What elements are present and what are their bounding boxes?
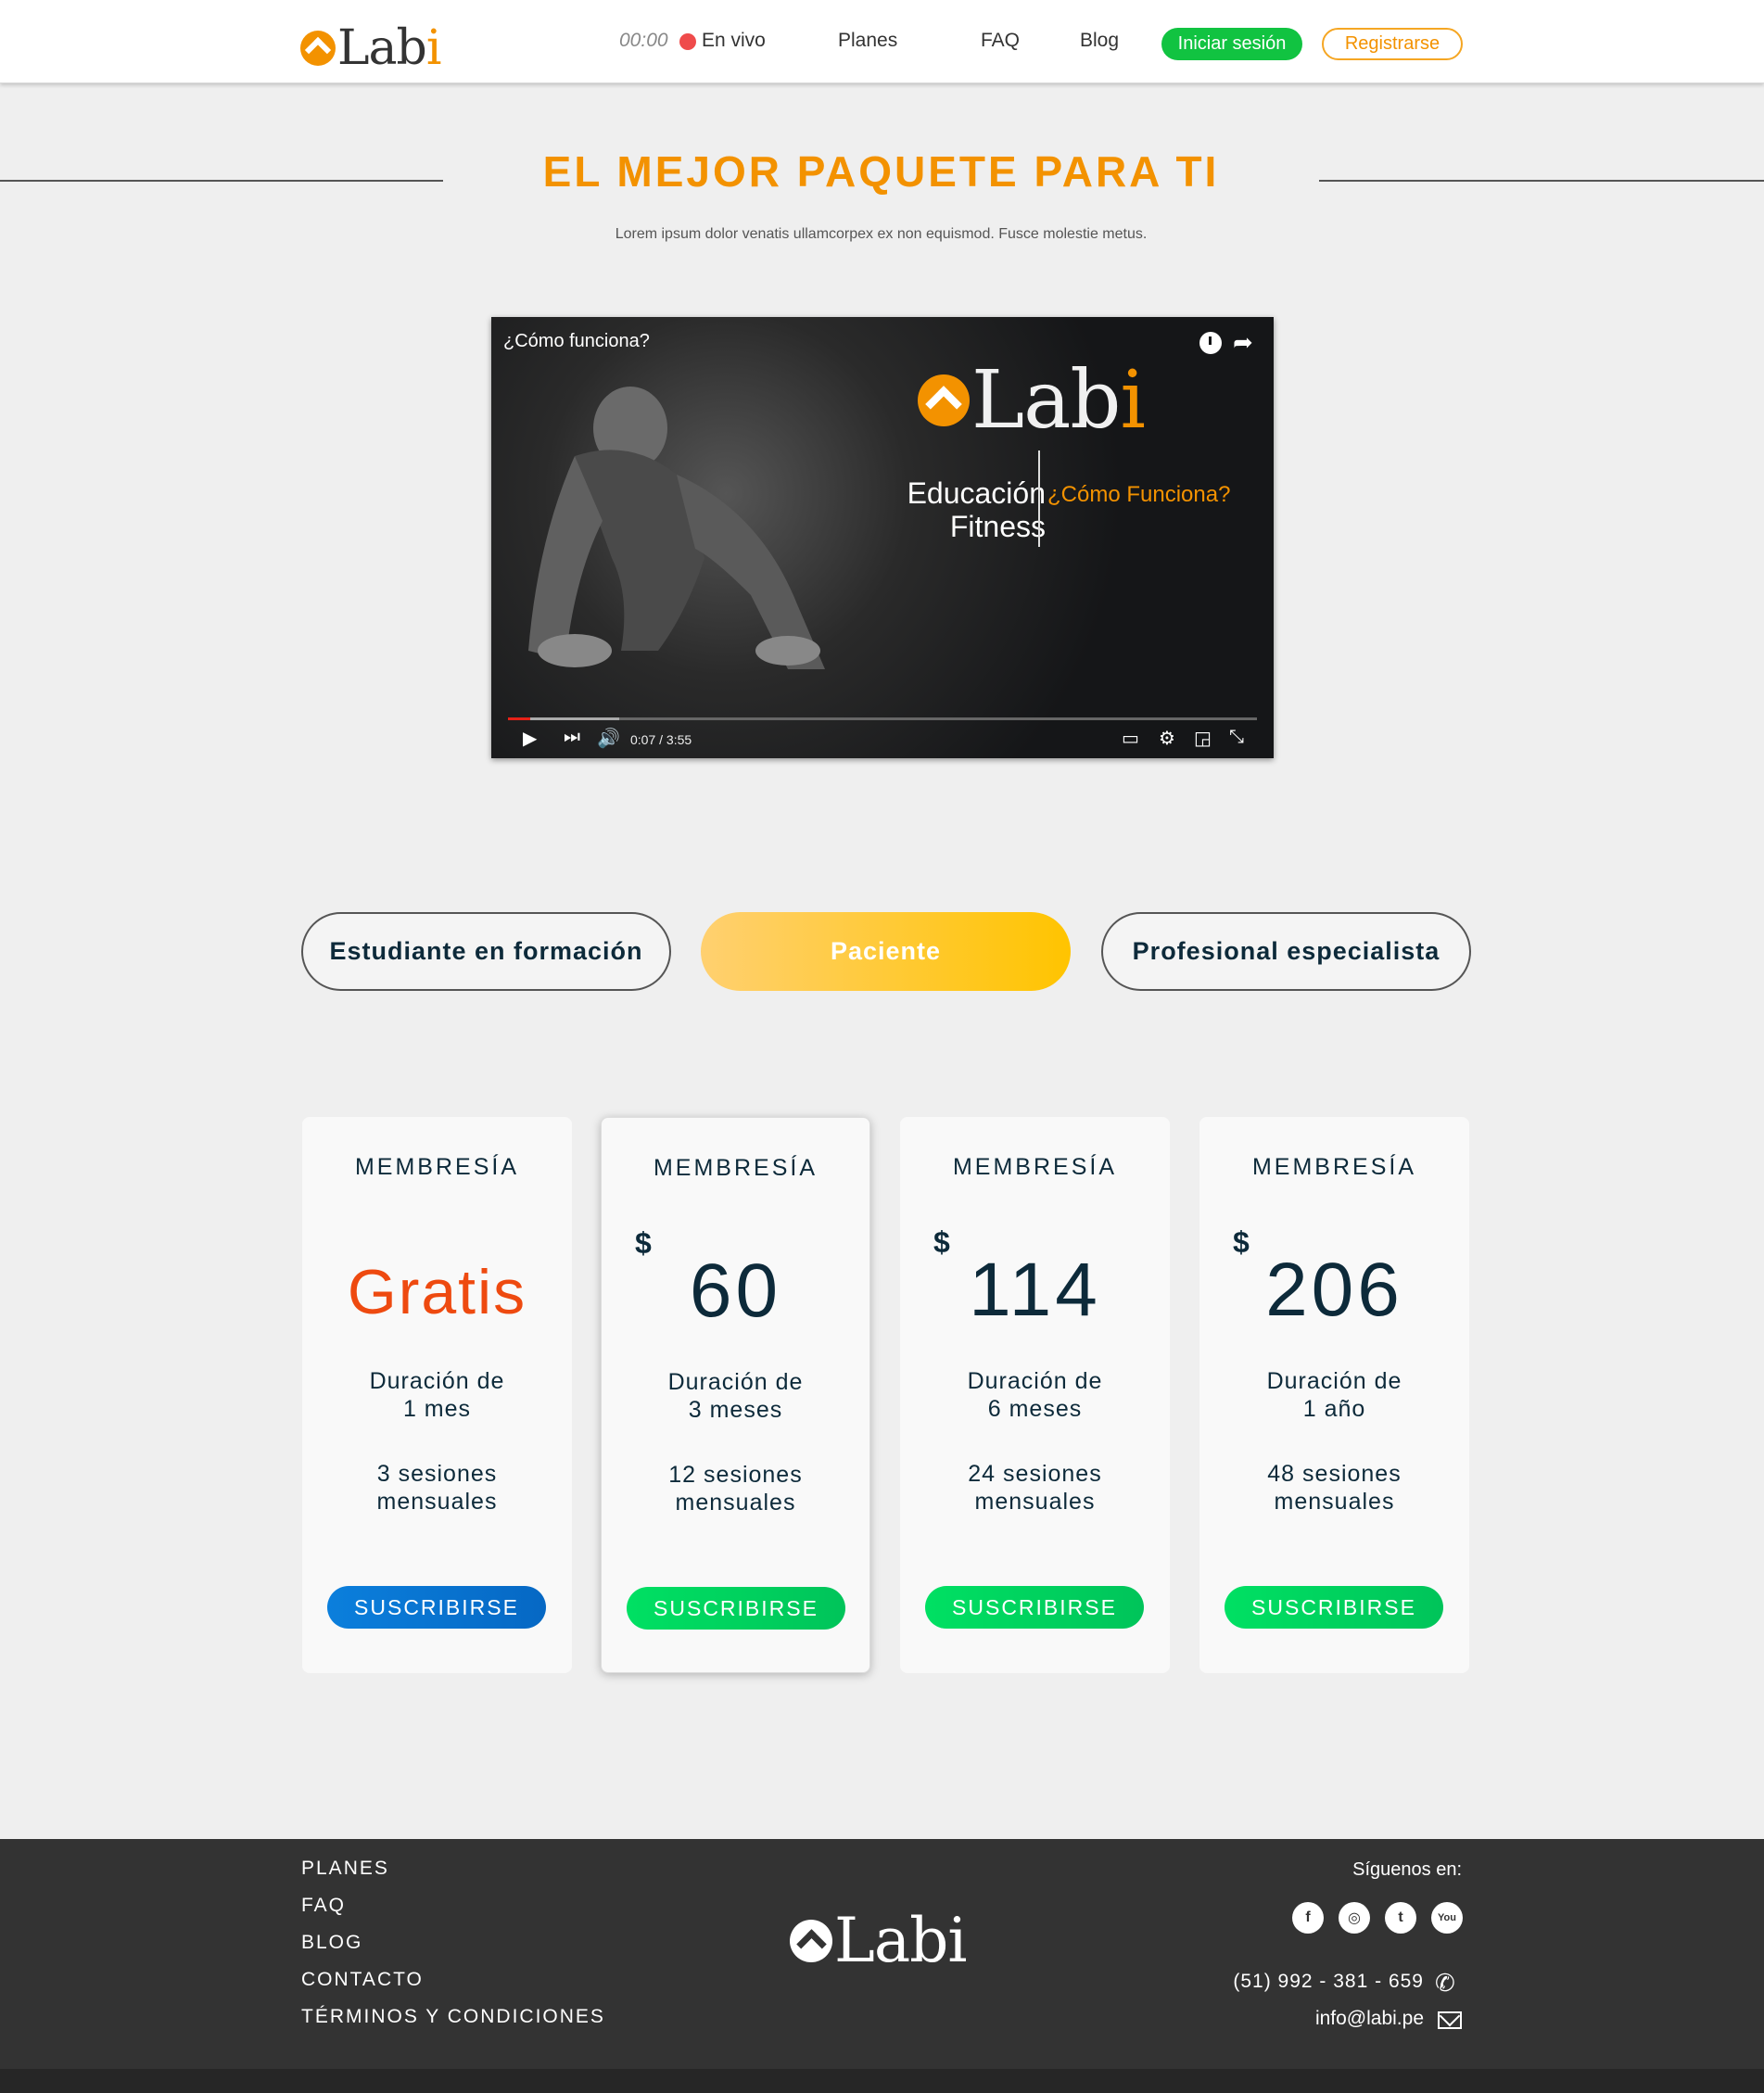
phone-icon: ✆	[1435, 1969, 1455, 1997]
page-subtitle: Lorem ipsum dolor venatis ullamcorpex ex…	[615, 226, 1148, 242]
video-progress-bar[interactable]	[508, 717, 1257, 720]
nav-live[interactable]: En vivo	[702, 30, 766, 52]
live-dot-icon	[679, 33, 696, 50]
video-logo-chevron-icon	[918, 374, 970, 426]
clock-icon[interactable]	[1199, 332, 1222, 354]
plan-duration: 1 año	[1302, 1396, 1366, 1422]
page-title: EL MEJOR PAQUETE PARA TI	[542, 147, 1220, 196]
footer-logo[interactable]: Labi	[790, 1905, 968, 1976]
volume-icon[interactable]: 🔊	[597, 727, 620, 750]
exit-fullscreen-icon[interactable]: ⤡	[1229, 727, 1244, 748]
plan-sessions-label: mensuales	[1274, 1489, 1395, 1515]
footer-bottom-bar	[0, 2069, 1764, 2093]
login-button[interactable]: Iniciar sesión	[1161, 28, 1302, 60]
plan-card-6-months: MEMBRESÍA $ 114 Duración de 6 meses 24 s…	[900, 1117, 1170, 1673]
play-icon[interactable]: ▶	[523, 727, 537, 750]
subtitles-icon[interactable]: ▭	[1122, 727, 1139, 750]
mail-icon	[1438, 2011, 1462, 2029]
plan-card-free: MEMBRESÍA Gratis Duración de 1 mes 3 ses…	[302, 1117, 572, 1673]
nav-blog[interactable]: Blog	[1080, 30, 1119, 52]
video-logo: Labi	[918, 354, 1146, 447]
plan-title: MEMBRESÍA	[653, 1155, 819, 1181]
subscribe-button[interactable]: SUSCRIBIRSE	[327, 1586, 546, 1629]
instagram-icon[interactable]: ◎	[1339, 1902, 1370, 1934]
footer-link-planes[interactable]: PLANES	[301, 1858, 389, 1880]
logo-text: Labi	[337, 20, 441, 76]
footer-logo-text: Labi	[834, 1905, 968, 1976]
plan-card-1-year: MEMBRESÍA $ 206 Duración de 1 año 48 ses…	[1199, 1117, 1469, 1673]
subscribe-button[interactable]: SUSCRIBIRSE	[925, 1586, 1144, 1629]
plan-sessions-label: mensuales	[376, 1489, 498, 1515]
video-progress-fill	[508, 717, 531, 720]
video-player[interactable]: ¿Cómo funciona? ➦ Labi Educación Fitness…	[491, 317, 1274, 758]
footer-email[interactable]: info@labi.pe	[1205, 2008, 1424, 2030]
tab-estudiante[interactable]: Estudiante en formación	[301, 912, 671, 991]
plan-sessions-label: mensuales	[675, 1490, 796, 1516]
plan-sessions-label: mensuales	[974, 1489, 1096, 1515]
video-time: 0:07 / 3:55	[630, 732, 692, 747]
logo-chevron-icon	[300, 31, 336, 66]
video-divider	[1038, 450, 1040, 547]
footer-phone[interactable]: (51) 992 - 381 - 659	[1205, 1971, 1424, 1993]
plan-sessions: 12 sesiones	[668, 1462, 803, 1488]
plan-duration-label: Duración de	[1266, 1368, 1402, 1394]
footer-logo-chevron-icon	[790, 1919, 832, 1962]
plan-sessions: 24 sesiones	[968, 1461, 1102, 1487]
facebook-icon[interactable]: f	[1292, 1902, 1324, 1934]
video-tagline: Educación Fitness	[907, 476, 1046, 543]
plan-duration: 1 mes	[402, 1396, 472, 1422]
nav-faq[interactable]: FAQ	[981, 30, 1020, 52]
video-logo-text: Labi	[971, 354, 1146, 447]
footer-link-blog[interactable]: BLOG	[301, 1932, 362, 1954]
plan-price: 206	[1265, 1248, 1403, 1332]
video-title: ¿Cómo funciona?	[503, 331, 650, 351]
nav-planes[interactable]: Planes	[838, 30, 897, 52]
plan-sessions: 48 sesiones	[1267, 1461, 1402, 1487]
live-clock: 00:00	[619, 30, 668, 51]
follow-label: Síguenos en:	[1352, 1859, 1462, 1880]
register-button[interactable]: Registrarse	[1322, 28, 1463, 60]
subscribe-button[interactable]: SUSCRIBIRSE	[1225, 1586, 1443, 1629]
tab-profesional[interactable]: Profesional especialista	[1101, 912, 1471, 991]
video-athlete-image	[528, 387, 825, 669]
plan-duration-label: Duración de	[667, 1369, 804, 1395]
footer-link-terminos[interactable]: TÉRMINOS Y CONDICIONES	[301, 2006, 605, 2028]
footer-link-contacto[interactable]: CONTACTO	[301, 1969, 424, 1991]
title-divider-left	[0, 180, 443, 182]
youtube-icon[interactable]: You	[1431, 1902, 1463, 1934]
footer-link-faq[interactable]: FAQ	[301, 1895, 346, 1917]
header-logo[interactable]: Labi	[300, 20, 441, 76]
plan-title: MEMBRESÍA	[354, 1154, 520, 1180]
plan-price: 60	[689, 1249, 782, 1333]
plan-title: MEMBRESÍA	[1251, 1154, 1417, 1180]
cast-icon[interactable]: ◲	[1194, 727, 1212, 750]
plan-duration: 6 meses	[987, 1396, 1083, 1422]
plan-duration-label: Duración de	[967, 1368, 1103, 1394]
plan-duration: 3 meses	[688, 1397, 783, 1423]
plan-duration-label: Duración de	[369, 1368, 505, 1394]
plan-price: Gratis	[347, 1257, 527, 1327]
plan-sessions: 3 sesiones	[376, 1461, 498, 1487]
settings-icon[interactable]: ⚙	[1159, 727, 1175, 750]
share-icon[interactable]: ➦	[1233, 328, 1253, 357]
title-divider-right	[1319, 180, 1764, 182]
top-header: Labi 00:00 En vivo Planes FAQ Blog Inici…	[0, 0, 1764, 83]
next-icon[interactable]: ⏭	[564, 727, 580, 748]
tab-paciente[interactable]: Paciente	[701, 912, 1071, 991]
subscribe-button[interactable]: SUSCRIBIRSE	[627, 1587, 845, 1630]
plan-card-3-months: MEMBRESÍA $ 60 Duración de 3 meses 12 se…	[601, 1117, 870, 1673]
twitter-icon[interactable]: t	[1385, 1902, 1416, 1934]
plan-title: MEMBRESÍA	[952, 1154, 1118, 1180]
plan-price: 114	[969, 1248, 1101, 1332]
video-how-text: ¿Cómo Funciona?	[1047, 482, 1231, 507]
